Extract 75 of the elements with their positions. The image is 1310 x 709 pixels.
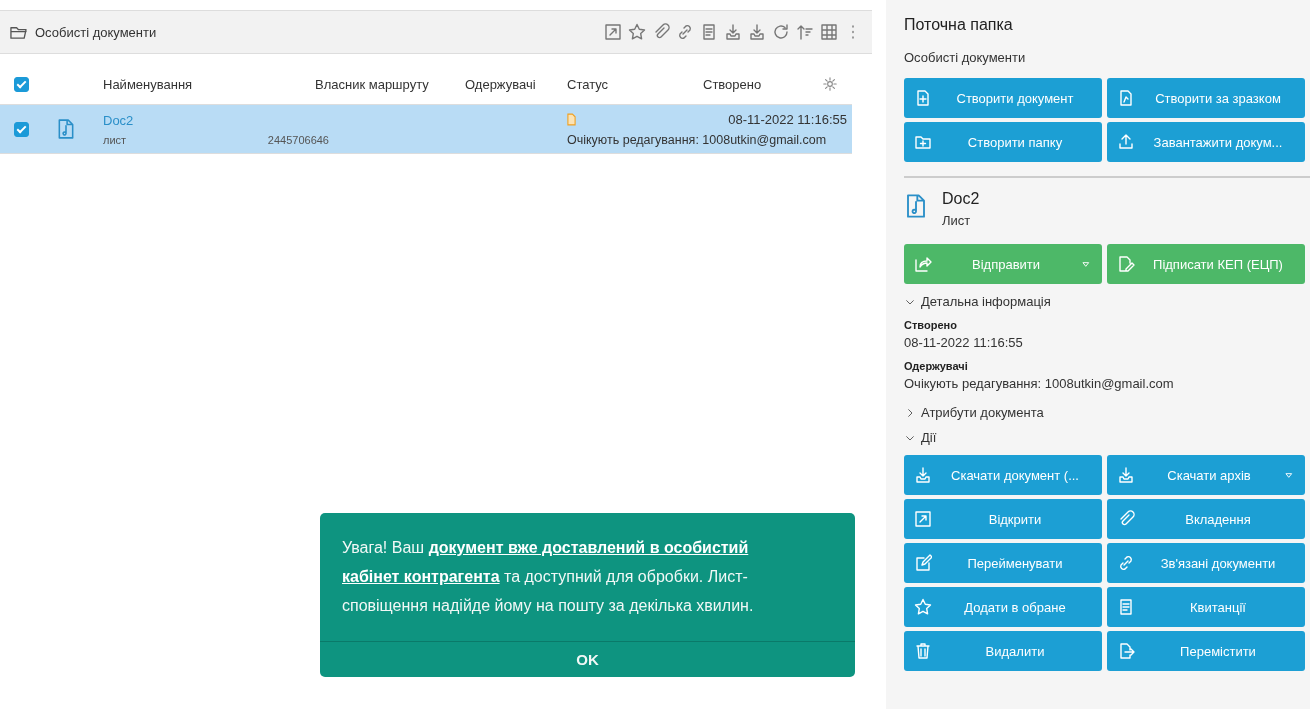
section-header[interactable]: Детальна інформація bbox=[904, 294, 1310, 309]
section-title: Детальна інформація bbox=[921, 294, 1051, 309]
action-button[interactable]: Відправити bbox=[904, 244, 1102, 284]
refresh-icon[interactable] bbox=[772, 23, 790, 41]
share-icon bbox=[914, 255, 932, 273]
notification-message: Увага! Ваш документ вже доставлений в особистий кабінет контрагента та доступний для обробки. Лист-сповіщення надійде йому на пошту за декілька хвилин. bbox=[341, 538, 755, 616]
download-icon bbox=[914, 466, 932, 484]
field-label: Створено bbox=[904, 319, 958, 331]
document-name: Doc2 bbox=[942, 190, 980, 208]
message-link[interactable]: документ вже доставлений в особистий bbox=[428, 539, 749, 556]
column-header[interactable]: Власник маршруту bbox=[315, 76, 465, 92]
document-type: лист bbox=[103, 133, 127, 146]
folder-title: Особисті документи bbox=[35, 24, 157, 40]
action-button[interactable]: Перейменувати bbox=[904, 543, 1102, 583]
receipt-icon[interactable] bbox=[700, 23, 718, 41]
download-icon bbox=[1117, 466, 1135, 484]
action-button[interactable]: Створити за зразком bbox=[1107, 78, 1305, 118]
folder-plus-icon bbox=[914, 133, 932, 151]
file-icon bbox=[1117, 89, 1135, 107]
document-number: 2445706646 bbox=[267, 133, 329, 146]
document-icon bbox=[904, 194, 928, 218]
document-link[interactable]: Doc2 bbox=[103, 112, 329, 128]
action-button[interactable]: Квитанції bbox=[1107, 587, 1305, 627]
section-header[interactable]: Дії bbox=[904, 430, 1310, 445]
action-button[interactable]: Зв'язані документи bbox=[1107, 543, 1305, 583]
created-date: 08-11-2022 11:16:55 bbox=[728, 111, 847, 127]
move-icon bbox=[1117, 642, 1135, 660]
status-icon bbox=[567, 112, 576, 126]
action-button[interactable]: Завантажити докум... bbox=[1107, 122, 1305, 162]
grid-icon[interactable] bbox=[820, 23, 838, 41]
action-button[interactable]: Створити документ bbox=[904, 78, 1102, 118]
open-icon bbox=[914, 510, 932, 528]
row-checkbox[interactable] bbox=[14, 121, 29, 137]
open-icon[interactable] bbox=[604, 23, 622, 41]
link-icon[interactable] bbox=[676, 23, 694, 41]
receipt-icon bbox=[1117, 598, 1135, 616]
action-button[interactable]: Видалити bbox=[904, 631, 1102, 671]
download-icon[interactable] bbox=[748, 23, 766, 41]
select-all-checkbox[interactable] bbox=[14, 76, 29, 92]
section-title: Атрибути документа bbox=[921, 405, 1044, 420]
column-header[interactable]: Найменування bbox=[103, 76, 315, 92]
link-icon bbox=[1117, 554, 1135, 572]
signature-icon bbox=[1117, 255, 1135, 273]
column-header[interactable]: Статус bbox=[567, 76, 703, 92]
field-label: Одержувачі bbox=[904, 360, 969, 372]
action-button[interactable]: Підписати КЕП (ЕЦП) bbox=[1107, 244, 1305, 284]
field-value: 08-11-2022 11:16:55 bbox=[904, 335, 1024, 350]
action-button[interactable]: Створити папку bbox=[904, 122, 1102, 162]
action-button[interactable]: Скачати архів bbox=[1107, 455, 1305, 495]
column-header[interactable]: Створено bbox=[703, 76, 813, 92]
action-button[interactable]: Відкрити bbox=[904, 499, 1102, 539]
sort-icon[interactable] bbox=[796, 23, 814, 41]
section-header[interactable]: Атрибути документа bbox=[904, 405, 1310, 420]
table-row[interactable]: Doc2 лист 2445706646 08-11-2022 11:16:55 Очікують редагування: 1008utkin@gmail.com bbox=[0, 105, 852, 154]
edit-icon bbox=[914, 554, 932, 572]
document-icon bbox=[56, 119, 76, 139]
upload-icon bbox=[1117, 133, 1135, 151]
panel-title: Поточна папка bbox=[904, 16, 1014, 34]
message-link[interactable]: кабінет контрагента bbox=[342, 568, 500, 585]
trash-icon bbox=[914, 642, 932, 660]
column-header[interactable]: Одержувачі bbox=[465, 76, 567, 92]
action-button[interactable]: Додати в обране bbox=[904, 587, 1102, 627]
folder-name: Особисті документи bbox=[904, 50, 1027, 65]
action-button[interactable]: Перемістити bbox=[1107, 631, 1305, 671]
file-plus-icon bbox=[914, 89, 932, 107]
section-title: Дії bbox=[921, 430, 937, 445]
field-value: Очікують редагування: 1008utkin@gmail.com bbox=[904, 376, 1175, 391]
action-button[interactable]: Скачати документ (... bbox=[904, 455, 1102, 495]
document-type: Лист bbox=[942, 213, 972, 228]
star-icon bbox=[914, 598, 932, 616]
action-button[interactable]: Вкладення bbox=[1107, 499, 1305, 539]
ok-button[interactable]: OK bbox=[320, 641, 855, 677]
download-icon[interactable] bbox=[724, 23, 742, 41]
star-icon[interactable] bbox=[628, 23, 646, 41]
status-text: Очікують редагування: 1008utkin@gmail.com bbox=[567, 132, 828, 147]
